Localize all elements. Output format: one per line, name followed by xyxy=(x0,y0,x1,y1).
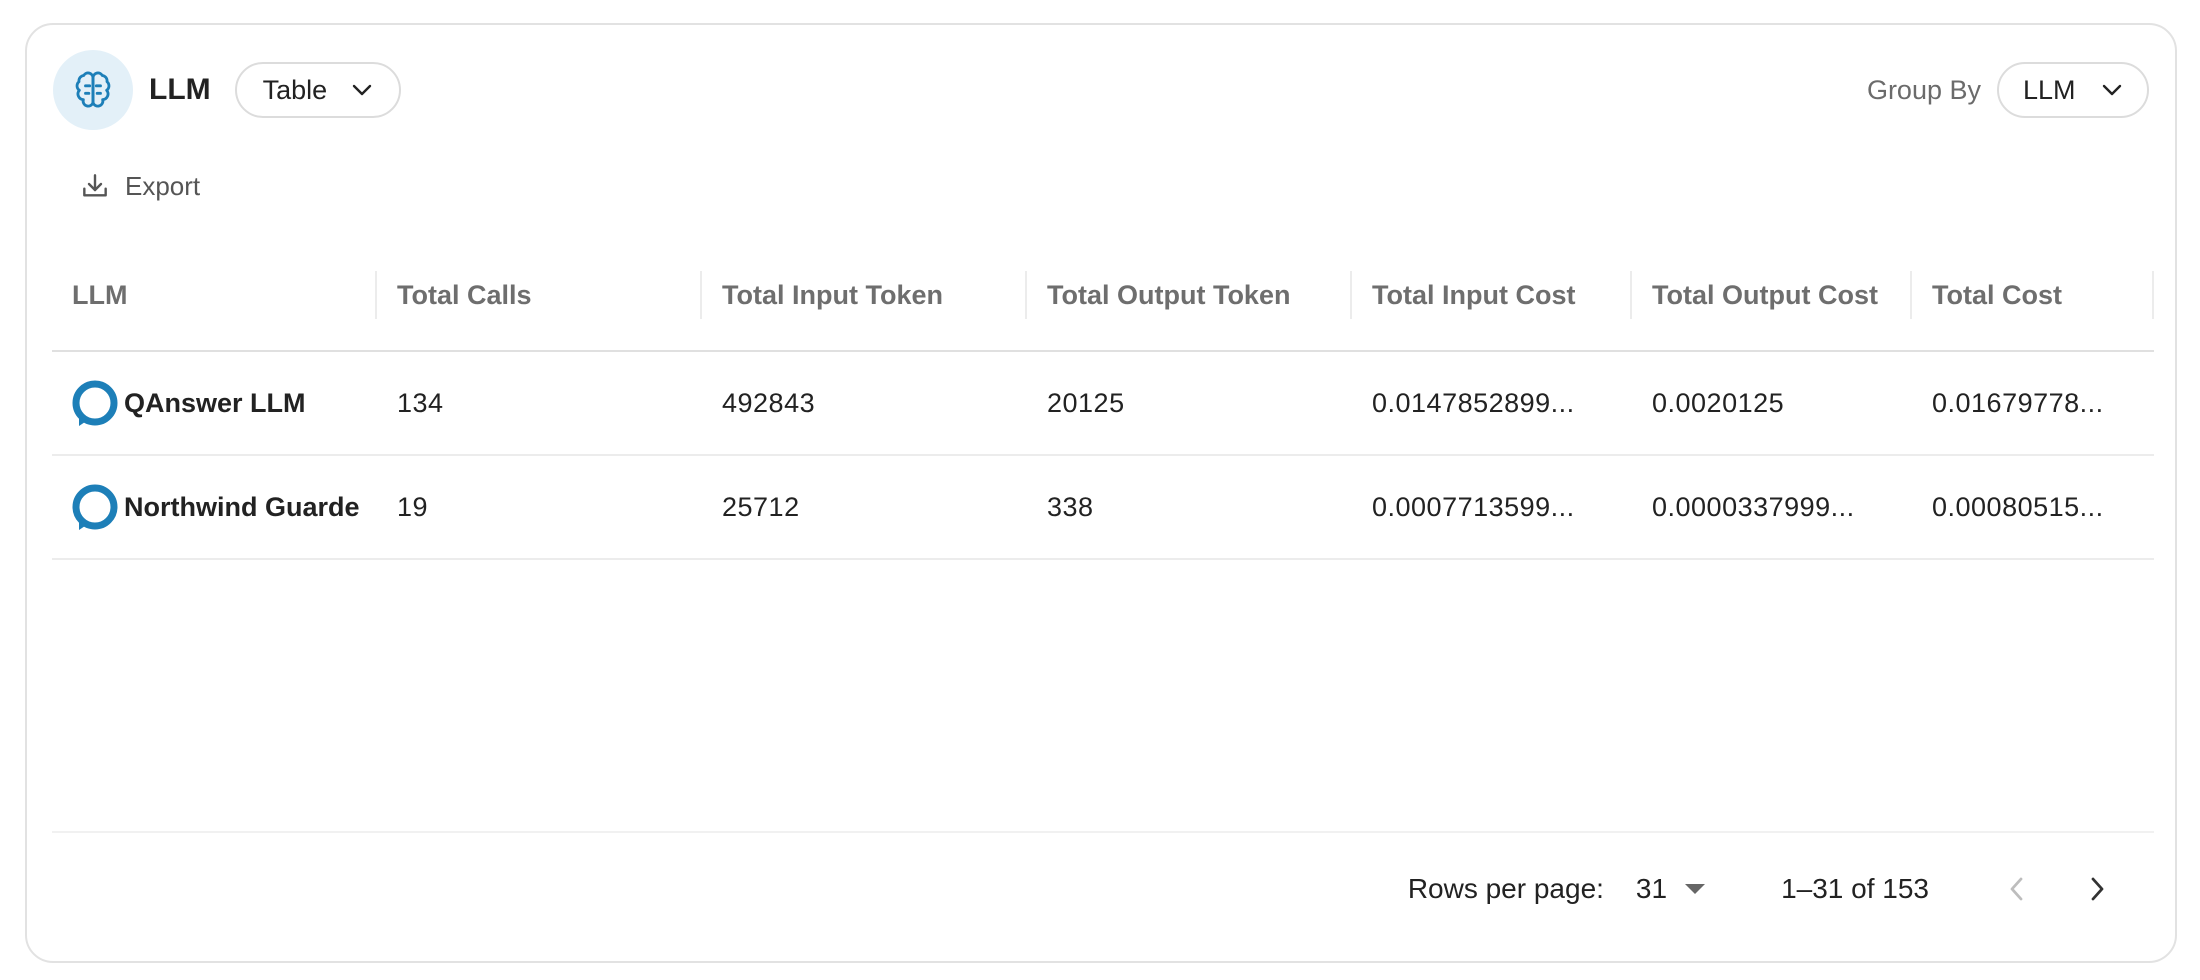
card-header: LLM Table xyxy=(53,50,401,130)
caret-down-icon xyxy=(1685,884,1706,894)
cell-total-input-cost: 0.0007713599... xyxy=(1372,491,1575,522)
previous-page-button[interactable] xyxy=(1989,861,2045,917)
group-by-label: Group By xyxy=(1866,74,1981,105)
chevron-left-icon xyxy=(2010,877,2023,901)
column-header-llm[interactable]: LLM xyxy=(52,267,377,323)
cell-total-calls: 19 xyxy=(397,491,429,522)
llm-icon-badge xyxy=(53,50,133,130)
llm-name: QAnswer LLM xyxy=(124,387,306,418)
group-by-value: LLM xyxy=(2023,74,2076,105)
cell-total-cost: 0.01679778... xyxy=(1932,387,2104,418)
cell-total-output-token: 338 xyxy=(1047,491,1094,522)
column-header-total-calls[interactable]: Total Calls xyxy=(377,267,702,323)
footer-divider xyxy=(52,831,2154,833)
export-button[interactable]: Export xyxy=(79,170,200,202)
view-select[interactable]: Table xyxy=(234,62,401,118)
rows-per-page-label: Rows per page: xyxy=(1407,873,1604,904)
export-label: Export xyxy=(125,170,201,201)
pagination-range: 1–31 of 153 xyxy=(1781,873,1929,904)
table-row[interactable]: QAnswer LLM 134 492843 20125 0.014785289… xyxy=(52,352,2154,456)
pagination: Rows per page: 31 1–31 of 153 xyxy=(1408,861,2125,917)
cell-llm: Northwind Guarde xyxy=(52,482,377,532)
card-title: LLM xyxy=(149,73,211,106)
chevron-down-icon xyxy=(2102,84,2122,96)
cell-total-output-token: 20125 xyxy=(1047,387,1125,418)
model-logo-icon xyxy=(72,484,118,530)
column-header-total-output-cost[interactable]: Total Output Cost xyxy=(1632,267,1912,323)
cell-total-output-cost: 0.0020125 xyxy=(1652,387,1785,418)
llm-usage-card: LLM Table Group By LLM Export LLM Total … xyxy=(25,23,2177,963)
cell-total-input-cost: 0.0147852899... xyxy=(1372,387,1575,418)
group-by-select[interactable]: LLM xyxy=(1997,62,2149,118)
llm-usage-table: LLM Total Calls Total Input Token Total … xyxy=(52,240,2154,560)
column-header-total-cost[interactable]: Total Cost xyxy=(1912,267,2154,323)
column-header-total-input-token[interactable]: Total Input Token xyxy=(702,267,1027,323)
table-row[interactable]: Northwind Guarde 19 25712 338 0.00077135… xyxy=(52,456,2154,560)
column-header-total-output-token[interactable]: Total Output Token xyxy=(1027,267,1352,323)
cell-total-cost: 0.00080515... xyxy=(1932,491,2104,522)
cell-total-calls: 134 xyxy=(397,387,444,418)
rows-per-page-select[interactable]: 31 xyxy=(1635,873,1706,905)
download-icon xyxy=(83,174,107,197)
cell-total-input-token: 25712 xyxy=(722,491,800,522)
cell-total-output-cost: 0.0000337999... xyxy=(1652,491,1855,522)
chevron-down-icon xyxy=(352,84,371,96)
cell-total-input-token: 492843 xyxy=(722,387,816,418)
view-select-value: Table xyxy=(262,74,328,105)
model-logo-icon xyxy=(72,380,118,426)
llm-name: Northwind Guarde xyxy=(124,491,360,522)
rows-per-page-value: 31 xyxy=(1635,873,1668,904)
cell-llm: QAnswer LLM xyxy=(52,378,377,428)
group-by-control: Group By LLM xyxy=(1867,62,2149,118)
column-header-total-input-cost[interactable]: Total Input Cost xyxy=(1352,267,1632,323)
next-page-button[interactable] xyxy=(2069,861,2125,917)
table-header: LLM Total Calls Total Input Token Total … xyxy=(52,240,2154,352)
brain-icon xyxy=(75,71,111,108)
chevron-right-icon xyxy=(2091,877,2104,901)
